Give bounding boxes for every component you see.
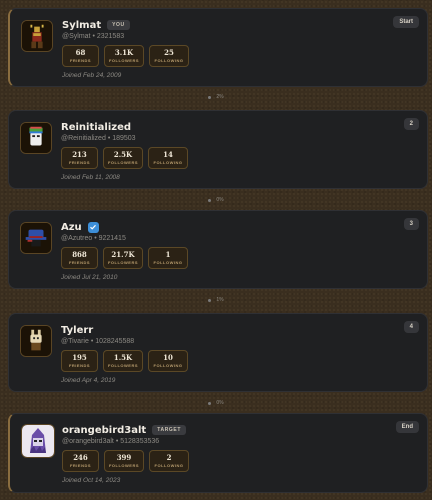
join-date: Joined Feb 24, 2009 (62, 72, 122, 79)
user-card-reinitialized[interactable]: Reinitialized @Reinitialized • 189503 21… (8, 110, 428, 189)
user-handle: @Azutreo • 9221415 (61, 235, 126, 242)
user-card-azu[interactable]: Azu @Azutreo • 9221415 868 FRIENDS 21.7K F… (8, 210, 428, 289)
stat-following: 25 FOLLOWING (149, 45, 189, 67)
user-card-orangebird3alt[interactable]: orangebird3alt TARGET @orangebird3alt • … (8, 413, 428, 493)
join-date: Joined Oct 14, 2023 (62, 477, 121, 484)
avatar (21, 20, 53, 52)
stat-followers: 2.5K FOLLOWERS (103, 147, 143, 169)
username[interactable]: Reinitialized (61, 122, 131, 133)
stat-following: 14 FOLLOWING (148, 147, 188, 169)
avatar (21, 424, 55, 458)
stats-row: 195 FRIENDS 1.5K FOLLOWERS 10 FOLLOWING (61, 350, 188, 372)
stats-row: 868 FRIENDS 21.7K FOLLOWERS 1 FOLLOWING (61, 247, 188, 269)
connector: 0% (0, 398, 432, 408)
step-badge: Start (393, 16, 419, 28)
user-handle: @Reinitialized • 189503 (61, 135, 136, 142)
user-card-sylmat[interactable]: Sylmat YOU @Sylmat • 2321583 68 FRIENDS 3… (8, 8, 428, 87)
username[interactable]: Azu (61, 222, 82, 233)
join-date: Joined Feb 11, 2008 (61, 174, 120, 181)
connector-percent: 0% (216, 400, 224, 406)
connector: 2% (0, 92, 432, 102)
connector-dot-icon (208, 95, 212, 99)
user-handle: @Tivarie • 1028245588 (61, 338, 135, 345)
stats-row: 68 FRIENDS 3.1K FOLLOWERS 25 FOLLOWING (62, 45, 189, 67)
connector-dot-icon (208, 198, 212, 202)
avatar (20, 325, 52, 357)
username[interactable]: Sylmat (62, 20, 101, 31)
avatar (20, 222, 52, 254)
you-tag: YOU (107, 20, 130, 30)
user-handle: @Sylmat • 2321583 (62, 33, 125, 40)
username[interactable]: Tylerr (61, 325, 93, 336)
stat-friends: 246 FRIENDS (62, 450, 99, 472)
connector-percent: 2% (216, 94, 224, 100)
connector-dot-icon (208, 401, 212, 405)
connector-percent: 0% (216, 197, 224, 203)
stat-friends: 68 FRIENDS (62, 45, 99, 67)
join-date: Joined Jul 21, 2010 (61, 274, 118, 281)
username[interactable]: orangebird3alt (62, 425, 146, 436)
verified-check-icon (87, 221, 99, 233)
connector-dot-icon (208, 298, 212, 302)
stat-following: 10 FOLLOWING (148, 350, 188, 372)
stat-followers: 3.1K FOLLOWERS (104, 45, 144, 67)
stats-row: 246 FRIENDS 399 FOLLOWERS 2 FOLLOWING (62, 450, 189, 472)
step-badge: 3 (403, 218, 419, 230)
stat-friends: 195 FRIENDS (61, 350, 98, 372)
target-tag: TARGET (152, 425, 186, 435)
user-card-tylerr[interactable]: Tylerr @Tivarie • 1028245588 195 FRIENDS … (8, 313, 428, 392)
stat-friends: 868 FRIENDS (61, 247, 98, 269)
avatar (20, 122, 52, 154)
join-date: Joined Apr 4, 2019 (61, 377, 116, 384)
stat-friends: 213 FRIENDS (61, 147, 98, 169)
connector: 0% (0, 195, 432, 205)
user-handle: @orangebird3alt • 5128353536 (62, 438, 160, 445)
step-badge: End (395, 421, 419, 433)
step-badge: 4 (403, 321, 419, 333)
stat-following: 2 FOLLOWING (149, 450, 189, 472)
step-badge: 2 (403, 118, 419, 130)
stat-followers: 399 FOLLOWERS (104, 450, 144, 472)
stat-following: 1 FOLLOWING (148, 247, 188, 269)
stat-followers: 21.7K FOLLOWERS (103, 247, 143, 269)
stat-followers: 1.5K FOLLOWERS (103, 350, 143, 372)
stats-row: 213 FRIENDS 2.5K FOLLOWERS 14 FOLLOWING (61, 147, 188, 169)
connector: 1% (0, 295, 432, 305)
connector-percent: 1% (216, 297, 224, 303)
